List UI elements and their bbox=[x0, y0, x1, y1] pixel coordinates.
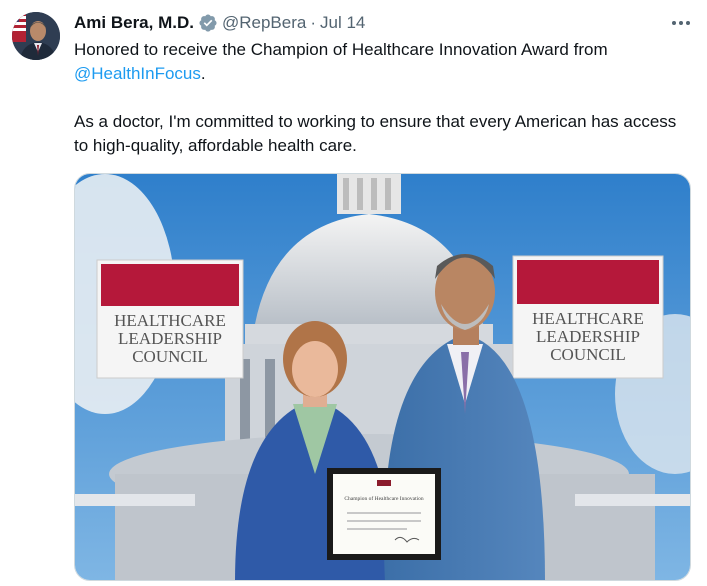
tweet-text-line1: Honored to receive the Champion of Healt… bbox=[74, 40, 608, 59]
tweet-photo[interactable]: HEALTHCARE LEADERSHIP COUNCIL HEALTHCARE… bbox=[74, 173, 691, 581]
sign-right-line1: HEALTHCARE bbox=[532, 309, 644, 328]
tweet: Ami Bera, M.D. @RepBera · Jul 14 Honored… bbox=[0, 0, 707, 586]
sign-right-line2: LEADERSHIP bbox=[536, 327, 640, 346]
sign-left-line3: COUNCIL bbox=[132, 347, 208, 366]
verified-badge-icon bbox=[198, 13, 218, 33]
author-name[interactable]: Ami Bera, M.D. bbox=[74, 12, 194, 34]
author-handle[interactable]: @RepBera bbox=[222, 12, 306, 34]
tweet-date[interactable]: Jul 14 bbox=[320, 12, 365, 34]
tweet-text-period: . bbox=[200, 64, 206, 83]
tweet-paragraph-1: Honored to receive the Champion of Healt… bbox=[74, 38, 694, 86]
avatar-image bbox=[12, 12, 60, 60]
mention-link[interactable]: @HealthInFocus bbox=[74, 64, 201, 83]
sign-left-line1: HEALTHCARE bbox=[114, 311, 226, 330]
separator-dot: · bbox=[310, 13, 317, 32]
tweet-header: Ami Bera, M.D. @RepBera · Jul 14 bbox=[74, 12, 365, 34]
sign-right: HEALTHCARE LEADERSHIP COUNCIL bbox=[512, 255, 664, 379]
award-certificate: Champion of Healthcare Innovation bbox=[327, 468, 441, 560]
more-options-icon[interactable] bbox=[667, 12, 695, 34]
award-photo: HEALTHCARE LEADERSHIP COUNCIL HEALTHCARE… bbox=[75, 174, 690, 580]
tweet-text: Honored to receive the Champion of Healt… bbox=[74, 38, 694, 158]
certificate-title: Champion of Healthcare Innovation bbox=[344, 495, 424, 502]
sign-right-line3: COUNCIL bbox=[550, 345, 626, 364]
tweet-paragraph-2: As a doctor, I'm committed to working to… bbox=[74, 112, 677, 155]
avatar[interactable] bbox=[12, 12, 60, 60]
sign-left: HEALTHCARE LEADERSHIP COUNCIL bbox=[96, 259, 244, 379]
sign-left-line2: LEADERSHIP bbox=[118, 329, 222, 348]
